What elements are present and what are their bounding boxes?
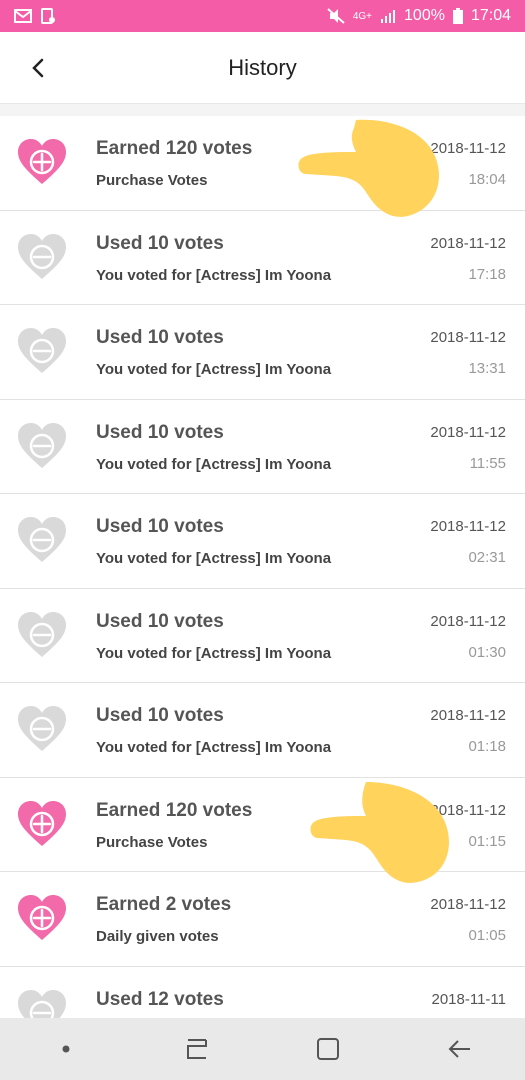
history-item-time: 02:31 (468, 549, 506, 566)
history-item[interactable]: Used 10 votes You voted for [Actress] Im … (0, 588, 525, 683)
history-item-date: 2018-11-12 (430, 896, 506, 913)
heart-plus-icon (18, 139, 66, 184)
mute-icon (327, 8, 345, 24)
recent-apps-button[interactable] (177, 1029, 217, 1069)
app-bar: History (0, 32, 525, 104)
history-item-date: 2018-11-12 (430, 329, 506, 346)
history-item[interactable]: Used 10 votes You voted for [Actress] Im … (0, 494, 525, 589)
history-item-title: Used 10 votes (96, 421, 224, 443)
pointing-hand-icon (298, 119, 439, 217)
chevron-left-icon (32, 58, 44, 78)
history-item-date: 2018-11-12 (430, 707, 506, 724)
status-bar: 4G+ 100% 17:04 (0, 0, 525, 32)
home-icon (317, 1038, 340, 1060)
history-item-title: Used 10 votes (96, 232, 224, 254)
system-back-button[interactable] (439, 1029, 479, 1069)
history-item-title: Earned 120 votes (96, 799, 253, 821)
history-item-subtitle: You voted for [Actress] Im Yoona (96, 739, 332, 756)
back-button[interactable] (24, 54, 52, 82)
history-item[interactable]: Used 10 votes You voted for [Actress] Im … (0, 683, 525, 778)
heart-minus-icon (18, 706, 66, 751)
history-item-subtitle: You voted for [Actress] Im Yoona (96, 550, 332, 567)
history-item-time: 13:31 (468, 360, 506, 377)
history-list[interactable]: Earned 120 votes Purchase Votes 2018-11-12… (0, 116, 525, 1061)
history-item-date: 2018-11-12 (430, 423, 506, 441)
heart-minus-icon (18, 517, 66, 562)
history-item[interactable]: Earned 2 votes Daily given votes 2018-11-1… (0, 872, 525, 967)
history-item-time: 01:30 (468, 643, 506, 661)
heart-plus-icon (18, 895, 66, 940)
network-label: 4G+ (352, 10, 373, 22)
history-item[interactable]: Earned 120 votes Purchase Votes 2018-11-12… (0, 116, 525, 211)
heart-minus-icon (18, 233, 66, 279)
system-nav-bar (0, 1018, 525, 1080)
history-item-title: Used 10 votes (96, 327, 224, 348)
history-item-title: Used 10 votes (96, 610, 224, 632)
page-title: History (228, 54, 297, 80)
history-item-subtitle: Purchase Votes (96, 172, 208, 189)
battery-icon (452, 8, 463, 24)
history-item-subtitle: You voted for [Actress] Im Yoona (96, 455, 332, 473)
history-item-time: 17:18 (468, 265, 506, 283)
history-item-title: Earned 120 votes (96, 138, 253, 159)
nav-dot-button[interactable] (46, 1029, 86, 1069)
notification-icon (41, 8, 55, 24)
history-item-time: 01:05 (468, 927, 506, 944)
history-item-date: 2018-11-12 (430, 612, 506, 630)
signal-icon (381, 10, 396, 23)
history-item-title: Used 10 votes (96, 705, 224, 726)
history-item-title: Used 10 votes (96, 516, 224, 537)
back-arrow-icon (448, 1040, 471, 1058)
history-item[interactable]: Used 10 votes You voted for [Actress] Im … (0, 210, 525, 305)
mail-icon (14, 9, 32, 23)
history-item-time: 01:15 (468, 832, 506, 850)
history-item-time: 18:04 (468, 171, 506, 188)
heart-plus-icon (18, 800, 66, 846)
heart-minus-icon (18, 328, 66, 373)
history-item-subtitle: You voted for [Actress] Im Yoona (96, 361, 332, 378)
history-item[interactable]: Used 10 votes You voted for [Actress] Im … (0, 399, 525, 494)
heart-minus-icon (18, 422, 66, 468)
heart-minus-icon (18, 611, 66, 657)
history-item-date: 2018-11-12 (430, 518, 506, 535)
history-item-date: 2018-11-11 (431, 990, 506, 1008)
history-item-subtitle: Purchase Votes (96, 833, 208, 851)
battery-percent: 100% (404, 7, 445, 24)
home-button[interactable] (308, 1029, 348, 1069)
history-item[interactable]: Used 10 votes You voted for [Actress] Im … (0, 305, 525, 400)
history-item-title: Used 12 votes (96, 988, 224, 1010)
clock: 17:04 (470, 7, 511, 24)
history-item-time: 01:18 (468, 738, 506, 755)
history-item-subtitle: You voted for [Actress] Im Yoona (96, 644, 332, 662)
history-item-time: 11:55 (469, 454, 506, 472)
header-spacer (0, 104, 525, 116)
history-item-subtitle: Daily given votes (96, 928, 219, 945)
pointing-hand-icon (310, 782, 449, 883)
history-item-subtitle: You voted for [Actress] Im Yoona (96, 266, 332, 284)
history-item-title: Earned 2 votes (96, 894, 232, 915)
recent-apps-icon (186, 1039, 207, 1059)
history-item-date: 2018-11-12 (430, 234, 506, 252)
dot-icon (62, 1045, 70, 1053)
